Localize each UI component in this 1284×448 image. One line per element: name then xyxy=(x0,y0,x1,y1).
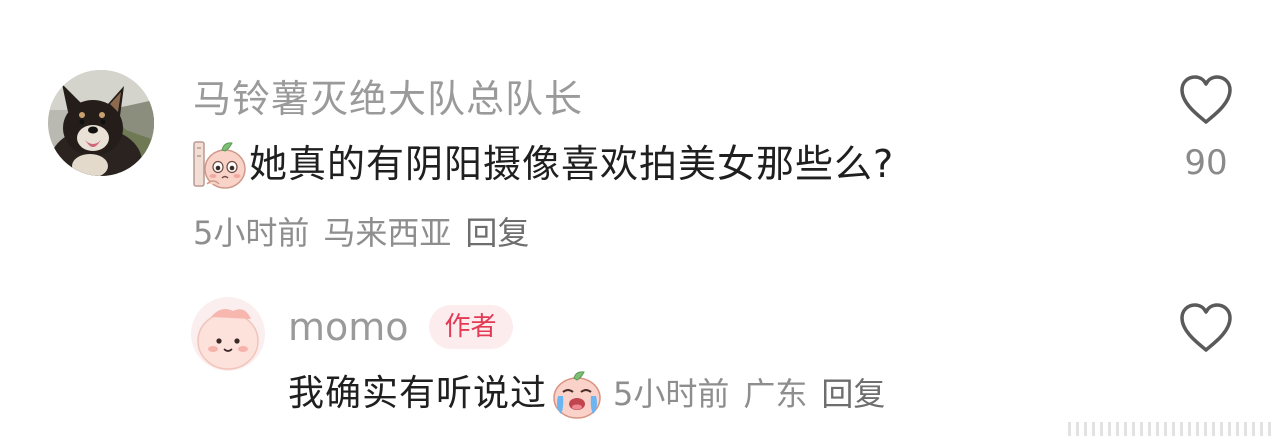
reply-time: 5小时前 xyxy=(613,375,730,413)
comment-location: 马来西亚 xyxy=(323,214,452,252)
reply-like-button[interactable] xyxy=(1178,302,1234,354)
heart-outline-icon xyxy=(1180,303,1232,352)
shiba-dog-avatar-icon xyxy=(48,70,154,176)
author-badge: 作者 xyxy=(428,305,513,349)
commenter-username[interactable]: 马铃薯灭绝大队总队长 xyxy=(193,74,583,124)
reply-meta: 5小时前 广东 回复 xyxy=(613,371,885,417)
reply-location: 广东 xyxy=(743,375,808,413)
comment-reply-button[interactable]: 回复 xyxy=(465,210,529,256)
reply-reply-button[interactable]: 回复 xyxy=(821,371,885,417)
watermark-pattern xyxy=(1068,422,1271,436)
comment-meta: 5小时前 马来西亚 回复 xyxy=(193,210,529,256)
reply-text: 我确实有听说过 xyxy=(288,373,548,414)
comment-text: 她真的有阴阳摄像喜欢拍美女那些么? xyxy=(249,142,895,186)
reply-username[interactable]: momo xyxy=(288,302,409,352)
reply-content: 我确实有听说过 5小时前 广东 回复 xyxy=(288,366,885,422)
heart-outline-icon xyxy=(1180,75,1232,124)
peeking-peach-sticker-icon xyxy=(193,141,246,189)
comment-content: 她真的有阴阳摄像喜欢拍美女那些么? xyxy=(193,136,894,192)
crying-peach-sticker-icon xyxy=(553,371,601,419)
pink-peach-avatar-icon xyxy=(191,297,265,371)
comment-time: 5小时前 xyxy=(193,214,310,252)
comment-like-count: 90 xyxy=(1184,143,1228,183)
commenter-avatar[interactable] xyxy=(48,70,154,176)
reply-avatar[interactable] xyxy=(191,297,265,371)
reply-header: momo 作者 xyxy=(288,301,513,353)
comment-like-button[interactable] xyxy=(1178,74,1234,126)
